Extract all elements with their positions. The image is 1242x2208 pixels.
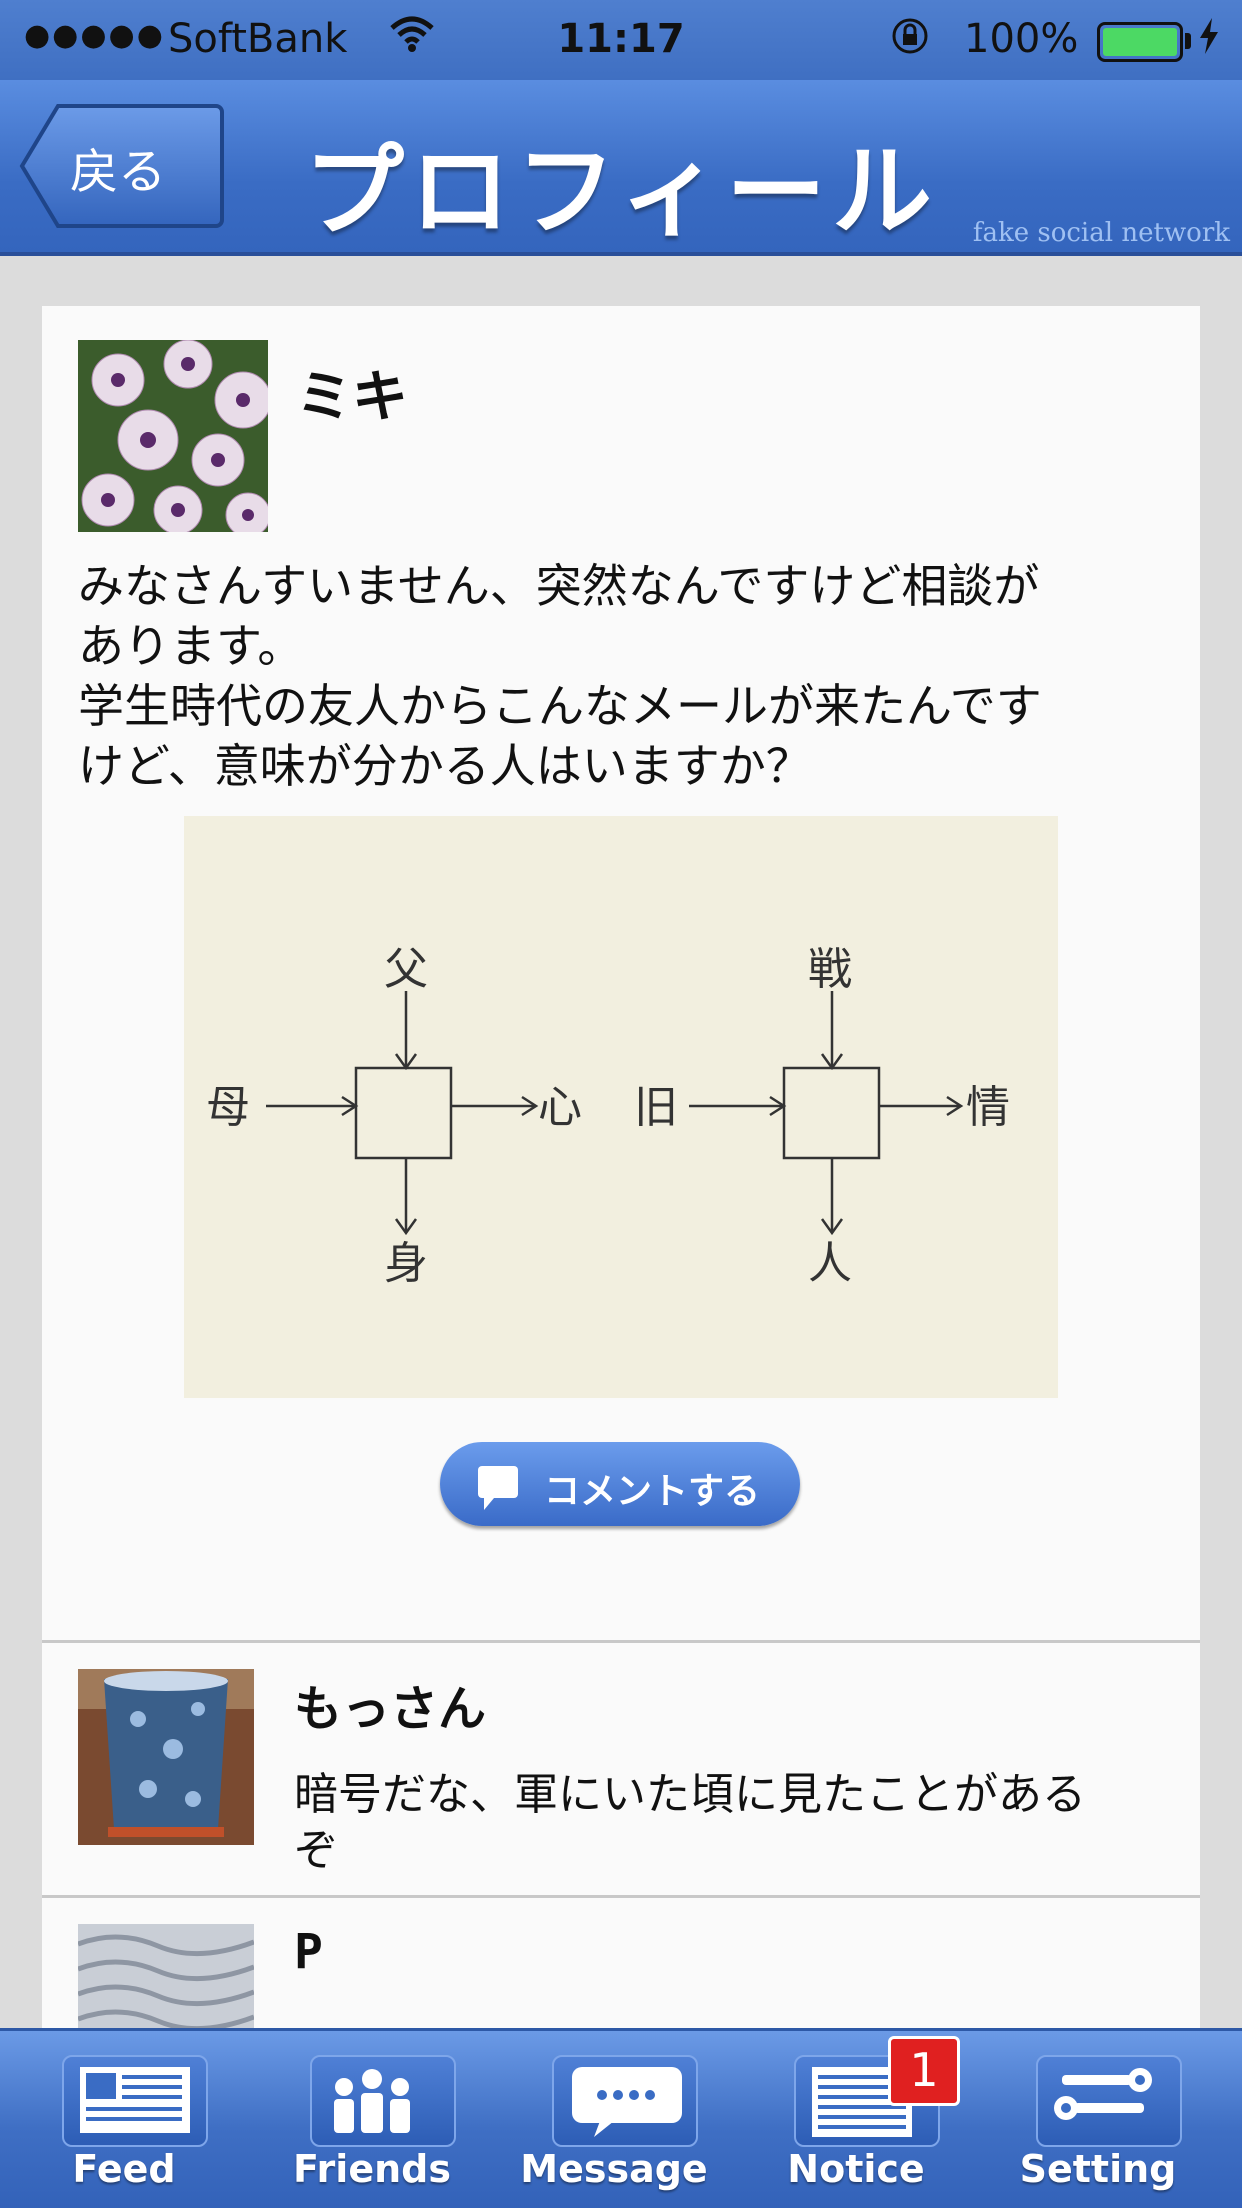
comment-author-name[interactable]: P [294,1924,323,1980]
post-author-name[interactable]: ミキ [296,352,408,433]
friends-icon [334,2069,410,2133]
tab-feed-label: Feed [72,2147,176,2191]
comment-text: 暗号だな、軍にいた頃に見たことがある ぞ [294,1767,1174,1879]
comment-text-line: 暗号だな、軍にいた頃に見たことがある [294,1769,1086,1820]
tab-setting[interactable]: Setting [974,2031,1222,2208]
battery-percent: 100% [964,16,1079,62]
comment-row: もっさん 暗号だな、軍にいた頃に見たことがある ぞ [42,1643,1200,1895]
navigation-bar: 戻る プロフィール fake social network [0,80,1242,256]
diagram-label: 父 [384,944,428,995]
avatar[interactable] [78,1924,254,2028]
post-text-line: けど、意味が分かる人はいますか？ [78,739,812,793]
post-card: ミキ みなさんすいません、突然なんですけど相談が あります。 学生時代の友人から… [42,306,1200,1640]
comment-button[interactable]: コメントする [440,1442,800,1526]
comment-row: P [42,1898,1200,2028]
tab-setting-label: Setting [1019,2147,1177,2191]
diagram-label: 身 [384,1238,428,1289]
diagram-label: 心 [538,1082,582,1133]
comment-icon [478,1466,518,1510]
tab-message[interactable]: Message [490,2031,738,2208]
tab-message-label: Message [520,2147,708,2191]
brand-watermark: fake social network [972,218,1230,248]
bolt-icon [1198,16,1220,65]
avatar[interactable] [78,340,268,532]
diagram-label: 人 [808,1238,852,1289]
comment-text-line: ぞ [294,1825,338,1876]
rotation-lock-icon [890,16,930,65]
tab-notice-label: Notice [787,2147,925,2191]
comment-button-label: コメントする [544,1471,761,1512]
tab-bar: Feed Friends Message Notice Setting [0,2028,1242,2208]
comment-author-name[interactable]: もっさん [294,1669,486,1739]
post-text-line: あります。 [78,619,304,673]
tab-friends[interactable]: Friends [248,2031,496,2208]
post-text-line: 学生時代の友人からこんなメールが来たんです [78,679,1042,733]
diagram-label: 母 [206,1082,250,1133]
post-text-line: みなさんすいません、突然なんですけど相談が [78,559,1040,613]
tab-friends-label: Friends [293,2147,451,2191]
message-icon [572,2067,682,2137]
post-text: みなさんすいません、突然なんですけど相談が あります。 学生時代の友人からこんな… [78,556,1168,796]
battery-icon [1097,22,1183,62]
tab-feed[interactable]: Feed [0,2031,248,2208]
setting-icon [1054,2068,1152,2120]
post-photo[interactable]: 父 母 心 身 戦 旧 情 人 [184,816,1058,1398]
diagram-label: 情 [966,1082,1010,1133]
status-bar: ●●●●● SoftBank 11:17 100% [0,0,1242,80]
feed-icon [80,2067,190,2133]
notification-badge: 1 [888,2036,960,2106]
diagram-label: 戦 [808,944,852,995]
diagram-label: 旧 [634,1082,678,1133]
avatar[interactable] [78,1669,254,1845]
